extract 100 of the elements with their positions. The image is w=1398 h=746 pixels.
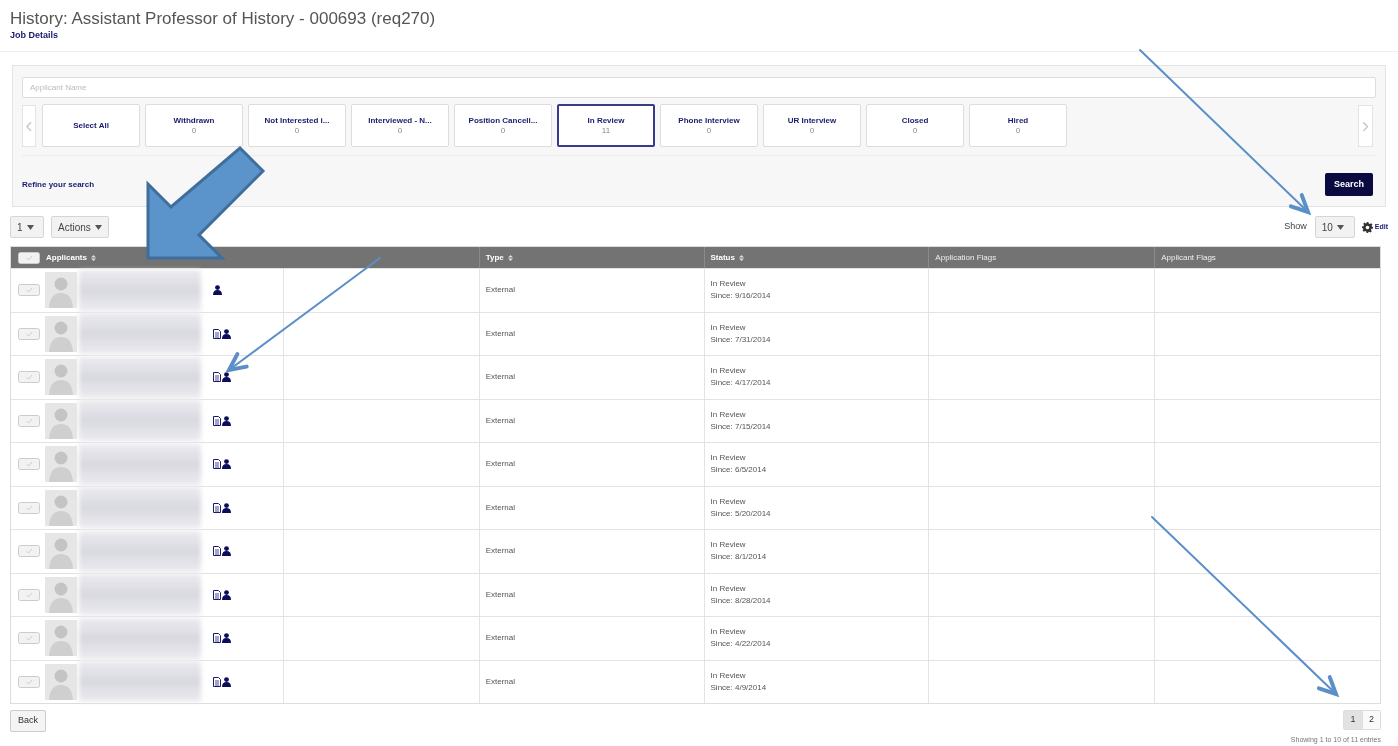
status-date: Since: 7/15/2014 bbox=[710, 420, 772, 433]
status-date: Since: 9/16/2014 bbox=[710, 290, 772, 303]
status-text: In Review bbox=[710, 669, 747, 682]
status-text: In Review bbox=[710, 495, 747, 508]
person-icon[interactable] bbox=[221, 459, 231, 470]
avatar-icon bbox=[45, 359, 77, 396]
person-icon[interactable] bbox=[221, 415, 231, 426]
person-icon[interactable] bbox=[221, 589, 231, 600]
page-size-dropdown[interactable]: 10 bbox=[1314, 216, 1355, 238]
document-icon[interactable] bbox=[212, 589, 221, 600]
status-filter-card[interactable]: Hired 0 bbox=[969, 104, 1067, 147]
status-date: Since: 5/20/2014 bbox=[710, 507, 772, 520]
column-header[interactable]: Type bbox=[479, 247, 519, 268]
document-icon[interactable] bbox=[212, 546, 221, 557]
status-filter-card[interactable]: Closed 0 bbox=[866, 104, 964, 147]
select-all-checkbox[interactable] bbox=[18, 251, 40, 264]
settings-icon bbox=[1361, 221, 1373, 233]
document-icon[interactable] bbox=[212, 633, 221, 644]
type-cell: External bbox=[485, 458, 516, 471]
status-text: In Review bbox=[710, 278, 747, 291]
status-filter-card[interactable]: Not Interested i... 0 bbox=[248, 104, 346, 147]
row-checkbox[interactable] bbox=[18, 414, 40, 427]
row-checkbox[interactable] bbox=[18, 675, 40, 688]
job-details-link[interactable]: Job Details bbox=[10, 30, 1388, 40]
type-cell: External bbox=[485, 327, 516, 340]
avatar-icon bbox=[45, 402, 77, 439]
status-text: In Review bbox=[710, 408, 747, 421]
status-text: In Review bbox=[710, 626, 747, 639]
page-button[interactable]: 2 bbox=[1362, 711, 1380, 729]
status-text: In Review bbox=[710, 321, 747, 334]
status-date: Since: 6/5/2014 bbox=[710, 464, 768, 477]
row-checkbox[interactable] bbox=[18, 545, 40, 558]
document-icon[interactable] bbox=[212, 459, 221, 470]
row-checkbox[interactable] bbox=[18, 284, 40, 297]
person-icon[interactable] bbox=[221, 633, 231, 644]
avatar-icon bbox=[45, 315, 77, 352]
avatar-icon bbox=[45, 272, 77, 309]
avatar-icon bbox=[45, 663, 77, 700]
caret-icon bbox=[94, 224, 102, 230]
sort-icon bbox=[90, 254, 96, 261]
page-select-dropdown[interactable]: 1 bbox=[10, 216, 44, 238]
person-icon[interactable] bbox=[212, 285, 222, 296]
caret-icon bbox=[26, 224, 34, 230]
person-icon[interactable] bbox=[221, 502, 231, 513]
avatar-icon bbox=[45, 620, 77, 657]
document-icon[interactable] bbox=[212, 372, 221, 383]
column-header: Applicant Flags bbox=[1160, 251, 1217, 264]
back-button[interactable]: Back bbox=[10, 710, 46, 732]
actions-dropdown[interactable]: Actions bbox=[51, 216, 109, 238]
type-cell: External bbox=[485, 675, 516, 688]
search-button[interactable]: Search bbox=[1325, 173, 1373, 196]
avatar-icon bbox=[45, 489, 77, 526]
status-date: Since: 4/17/2014 bbox=[710, 377, 772, 390]
avatar-icon bbox=[45, 446, 77, 483]
document-icon[interactable] bbox=[212, 502, 221, 513]
type-cell: External bbox=[485, 284, 516, 297]
applicant-name-field[interactable]: Applicant Name bbox=[22, 77, 1376, 98]
sort-icon bbox=[507, 254, 513, 261]
refine-search-link[interactable]: Refine your search bbox=[22, 178, 95, 191]
status-text: In Review bbox=[710, 539, 747, 552]
status-filter-card[interactable]: Select All bbox=[42, 104, 140, 147]
column-header: Application Flags bbox=[934, 251, 998, 264]
status-date: Since: 8/28/2014 bbox=[710, 594, 772, 607]
page-title: History: Assistant Professor of History - 000693 (req270) bbox=[10, 8, 437, 30]
document-icon[interactable] bbox=[212, 415, 221, 426]
document-icon[interactable] bbox=[212, 676, 221, 687]
row-checkbox[interactable] bbox=[18, 501, 40, 514]
document-icon[interactable] bbox=[212, 328, 221, 339]
status-date: Since: 8/1/2014 bbox=[710, 551, 768, 564]
avatar-icon bbox=[45, 576, 77, 613]
status-filter-card[interactable]: UR Interview 0 bbox=[763, 104, 861, 147]
show-label: Show bbox=[1284, 220, 1307, 234]
person-icon[interactable] bbox=[221, 676, 231, 687]
status-filter-card[interactable]: Interviewed - N... 0 bbox=[351, 104, 449, 147]
person-icon[interactable] bbox=[221, 328, 231, 339]
avatar-icon bbox=[45, 533, 77, 570]
status-filter-card[interactable]: In Review 11 bbox=[557, 104, 655, 147]
person-icon[interactable] bbox=[221, 372, 231, 383]
type-cell: External bbox=[485, 632, 516, 645]
status-date: Since: 4/9/2014 bbox=[710, 681, 768, 694]
person-icon[interactable] bbox=[221, 546, 231, 557]
row-checkbox[interactable] bbox=[18, 588, 40, 601]
status-filter-card[interactable]: Withdrawn 0 bbox=[145, 104, 243, 147]
row-checkbox[interactable] bbox=[18, 371, 40, 384]
status-filter-card[interactable]: Position Cancell... 0 bbox=[454, 104, 552, 147]
status-text: In Review bbox=[710, 582, 747, 595]
status-filter-card[interactable]: Phone Interview 0 bbox=[660, 104, 758, 147]
status-date: Since: 7/31/2014 bbox=[710, 333, 772, 346]
row-checkbox[interactable] bbox=[18, 632, 40, 645]
type-cell: External bbox=[485, 414, 516, 427]
caret-icon bbox=[1336, 224, 1344, 230]
page-button[interactable]: 1 bbox=[1344, 711, 1362, 729]
status-date: Since: 4/22/2014 bbox=[710, 638, 772, 651]
column-header[interactable]: Status bbox=[704, 247, 750, 268]
row-checkbox[interactable] bbox=[18, 458, 40, 471]
sort-icon bbox=[738, 254, 744, 261]
row-checkbox[interactable] bbox=[18, 327, 40, 340]
status-text: In Review bbox=[710, 452, 747, 465]
column-header[interactable]: Applicants bbox=[40, 247, 102, 268]
status-text: In Review bbox=[710, 365, 747, 378]
